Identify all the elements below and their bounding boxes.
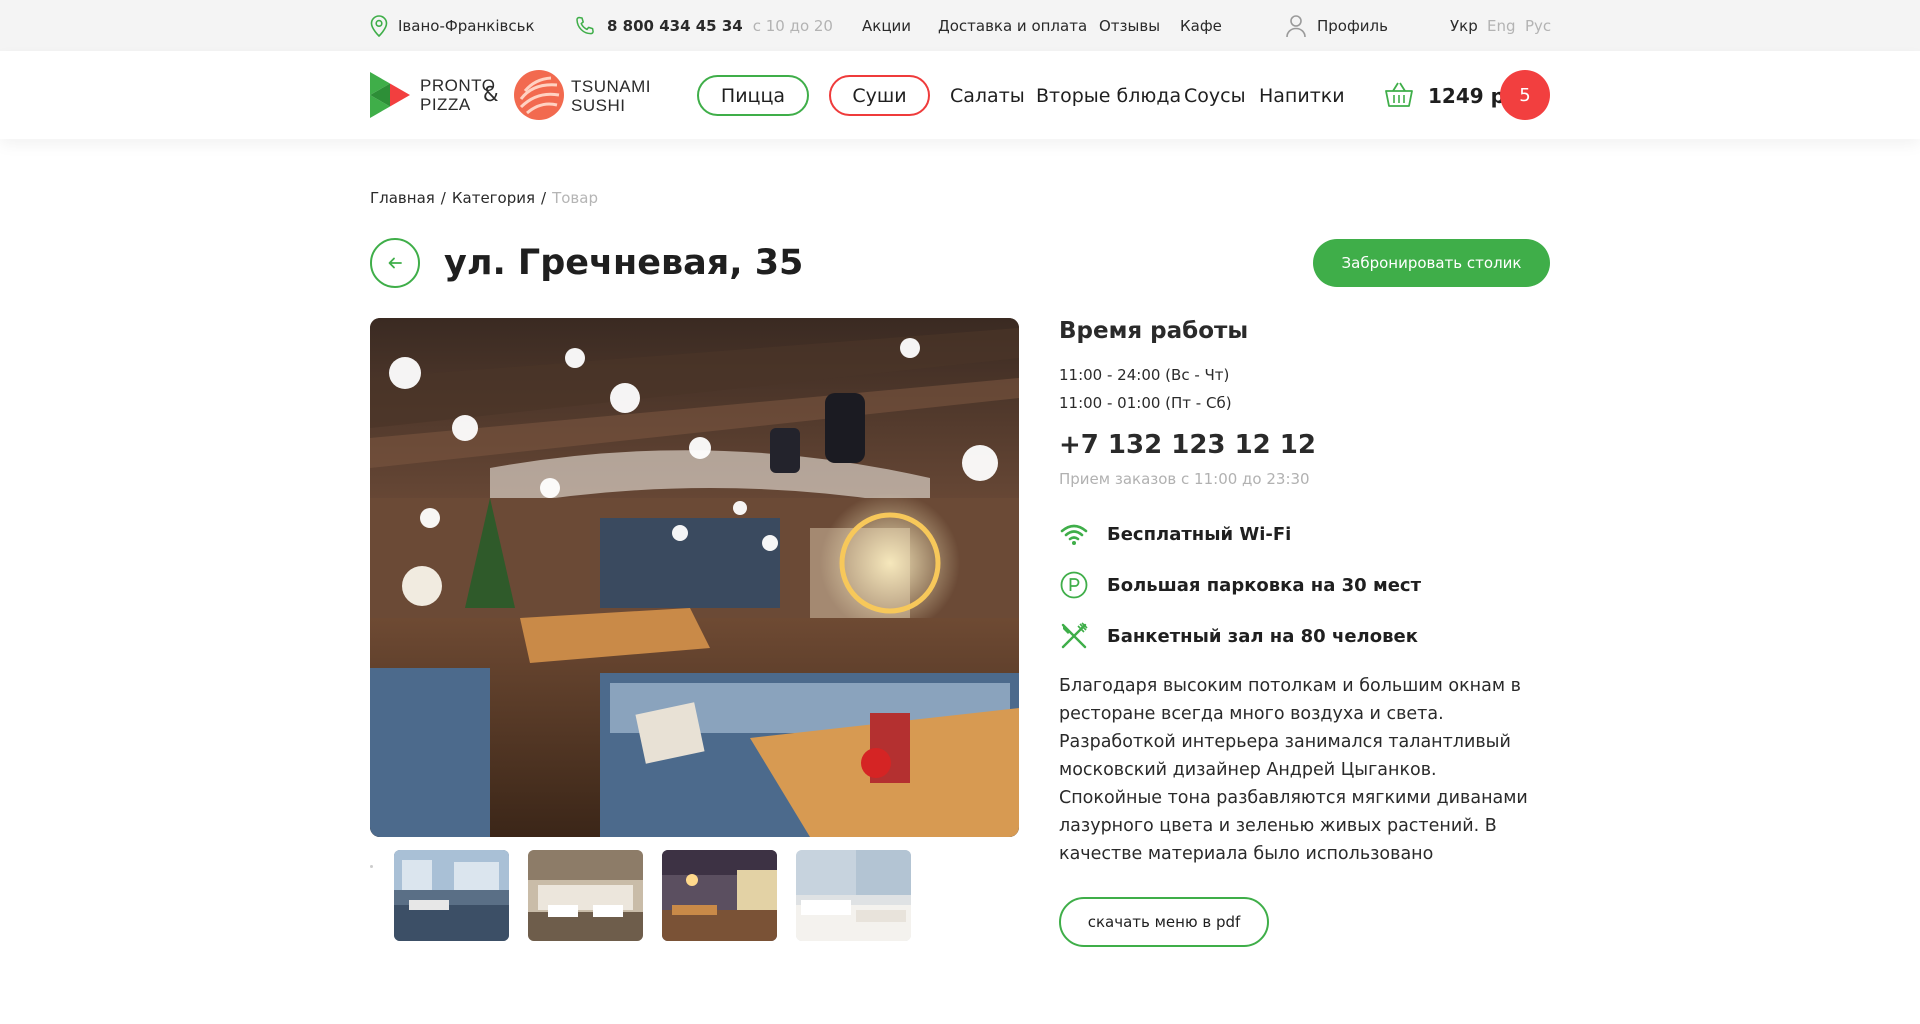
breadcrumb: Главная / Категория / Товар bbox=[370, 189, 598, 207]
restaurant-description: Благодаря высоким потолкам и большим окн… bbox=[1059, 676, 1528, 864]
nav-pizza[interactable]: Пицца bbox=[697, 75, 809, 116]
wifi-icon bbox=[1059, 519, 1089, 549]
gallery-thumbnail[interactable] bbox=[662, 850, 777, 941]
top-bar: Івано-Франківськ 8 800 434 45 34 с 10 до… bbox=[0, 0, 1920, 51]
hours-title: Время работы bbox=[1059, 318, 1249, 344]
feature-banquet-label: Банкетный зал на 80 человек bbox=[1107, 625, 1418, 647]
feature-banquet: Банкетный зал на 80 человек bbox=[1059, 621, 1418, 651]
breadcrumb-current: Товар bbox=[552, 189, 598, 207]
arrow-left-icon bbox=[388, 254, 402, 273]
page-title: ул. Гречневая, 35 bbox=[444, 243, 804, 283]
pronto-pizza-logo[interactable]: PRONTO PIZZA bbox=[370, 72, 495, 118]
nav-drinks[interactable]: Напитки bbox=[1259, 75, 1345, 116]
breadcrumb-home[interactable]: Главная bbox=[370, 189, 435, 207]
lang-ukr[interactable]: Укр bbox=[1450, 0, 1478, 51]
book-table-button[interactable]: Забронировать столик bbox=[1313, 239, 1550, 287]
profile-label: Профиль bbox=[1317, 16, 1388, 35]
nav-sauces[interactable]: Соусы bbox=[1184, 75, 1246, 116]
gallery-thumbnail[interactable] bbox=[528, 850, 643, 941]
pronto-play-icon bbox=[370, 72, 412, 122]
nav-salads[interactable]: Салаты bbox=[950, 75, 1025, 116]
feature-parking-label: Большая парковка на 30 мест bbox=[1107, 574, 1421, 596]
topbar-link-cafe[interactable]: Кафе bbox=[1180, 0, 1222, 51]
lang-eng[interactable]: Eng bbox=[1487, 0, 1516, 51]
gallery-thumbnail[interactable] bbox=[394, 850, 509, 941]
topbar-link-reviews[interactable]: Отзывы bbox=[1099, 0, 1160, 51]
location-pin-icon bbox=[370, 14, 388, 37]
brand2-line2: SUSHI bbox=[571, 96, 626, 115]
nav-main-dishes[interactable]: Вторые блюда bbox=[1036, 75, 1181, 116]
cutlery-icon bbox=[1059, 621, 1089, 651]
hours-weekend: 11:00 - 01:00 (Пт - Сб) bbox=[1059, 394, 1232, 412]
salmon-icon bbox=[513, 69, 565, 125]
feature-wifi-label: Бесплатный Wi-Fi bbox=[1107, 523, 1292, 545]
profile-link[interactable]: Профиль bbox=[1285, 0, 1388, 51]
topbar-link-promotions[interactable]: Акции bbox=[862, 0, 911, 51]
feature-wifi: Бесплатный Wi-Fi bbox=[1059, 519, 1291, 549]
hours-weekdays: 11:00 - 24:00 (Вс - Чт) bbox=[1059, 366, 1230, 384]
tsunami-sushi-logo[interactable]: TSUNAMI SUSHI bbox=[513, 69, 651, 121]
back-button[interactable] bbox=[370, 238, 420, 288]
phone-icon bbox=[575, 16, 595, 36]
orders-note: Прием заказов с 11:00 до 23:30 bbox=[1059, 470, 1310, 488]
gallery-thumbnail[interactable] bbox=[796, 850, 911, 941]
city-label: Івано-Франківськ bbox=[398, 16, 535, 35]
contact-phone[interactable]: 8 800 434 45 34 с 10 до 20 bbox=[575, 0, 833, 51]
city-selector[interactable]: Івано-Франківськ bbox=[370, 0, 535, 51]
download-menu-pdf-button[interactable]: скачать меню в pdf bbox=[1059, 897, 1269, 947]
phone-hours: с 10 до 20 bbox=[752, 16, 833, 35]
phone-number: 8 800 434 45 34 bbox=[607, 16, 743, 35]
restaurant-photo[interactable] bbox=[370, 318, 1019, 837]
user-icon bbox=[1285, 14, 1307, 38]
parking-icon bbox=[1059, 570, 1089, 600]
main-header: PRONTO PIZZA & TSUNAMI SUSHI Пицца Суши … bbox=[0, 51, 1920, 139]
feature-parking: Большая парковка на 30 мест bbox=[1059, 570, 1421, 600]
cart-total[interactable]: 1249 р bbox=[1428, 75, 1505, 116]
breadcrumb-category[interactable]: Категория bbox=[452, 189, 535, 207]
lang-rus[interactable]: Рус bbox=[1525, 0, 1551, 51]
gallery-dot[interactable] bbox=[370, 865, 373, 868]
brand2-line1: TSUNAMI bbox=[571, 77, 651, 96]
breadcrumb-separator: / bbox=[440, 189, 446, 207]
cart-count-badge[interactable]: 5 bbox=[1500, 70, 1550, 120]
breadcrumb-separator: / bbox=[541, 189, 547, 207]
brand-ampersand: & bbox=[483, 82, 499, 106]
basket-icon[interactable] bbox=[1384, 81, 1414, 113]
nav-sushi[interactable]: Суши bbox=[829, 75, 930, 116]
topbar-link-delivery[interactable]: Доставка и оплата bbox=[938, 0, 1087, 51]
restaurant-phone[interactable]: +7 132 123 12 12 bbox=[1059, 430, 1316, 460]
